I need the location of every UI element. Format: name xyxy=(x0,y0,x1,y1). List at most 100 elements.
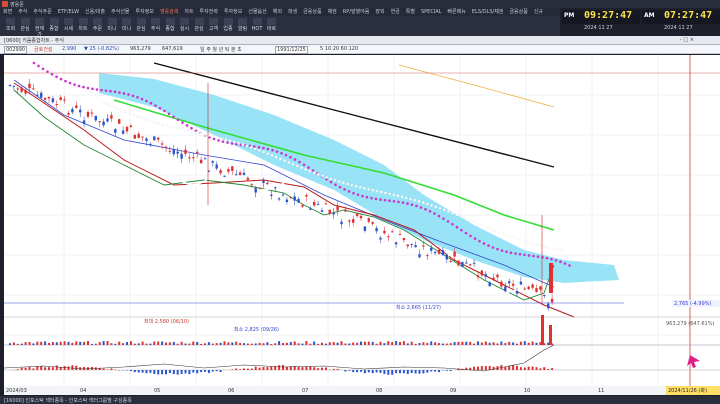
toolbar-button[interactable]: 종합 xyxy=(48,17,61,35)
menu-item[interactable]: 금융상품 xyxy=(300,8,324,16)
volume-bar xyxy=(110,343,113,345)
sar-dot xyxy=(158,106,162,110)
price-chart[interactable]: 최소 2,665 (11/27) 최소 2,825 (09/26) 최대 2,5… xyxy=(4,55,720,395)
menu-item[interactable]: 금융상품 xyxy=(506,8,530,16)
menu-item[interactable]: 투자정보 xyxy=(133,8,157,16)
menu-item[interactable]: 신용/대출 xyxy=(82,8,108,16)
volume-bar xyxy=(367,341,370,345)
histogram-bar xyxy=(270,366,273,370)
menu-item[interactable]: 채권 xyxy=(325,8,340,16)
menu-item[interactable]: SPECIAL xyxy=(418,8,445,16)
toolbar-button[interactable]: 관심 xyxy=(135,17,148,35)
menu-item[interactable]: 파생 xyxy=(285,8,300,16)
volume-bar xyxy=(402,341,405,345)
toolbar-button[interactable]: 관심 xyxy=(19,17,32,35)
sar-dot xyxy=(140,97,144,101)
toolbar-icon xyxy=(180,18,189,25)
menu-item[interactable]: 해외 xyxy=(270,8,285,16)
candle-body xyxy=(133,135,136,139)
band-dot xyxy=(190,130,194,134)
menu-item[interactable]: 영웅검색 xyxy=(157,8,181,16)
volume-bar xyxy=(250,343,253,345)
toolbar-icon xyxy=(64,18,73,25)
toolbar-button[interactable]: 실시 xyxy=(178,17,191,35)
sar-dot xyxy=(122,92,126,95)
volume-bar xyxy=(422,342,425,345)
menu-item[interactable]: 주식선물 xyxy=(108,8,132,16)
band-dot xyxy=(245,144,249,148)
candle-body xyxy=(301,205,304,207)
toolbar-button[interactable]: 주식 xyxy=(149,17,162,35)
histogram-bar xyxy=(180,370,183,374)
band-dot xyxy=(161,123,165,126)
toolbar-button[interactable]: 업종 xyxy=(222,17,235,35)
toolbar-button[interactable]: 바로 xyxy=(265,17,278,35)
volume-bar xyxy=(118,341,121,345)
ma-selector[interactable]: 5 10 20 60 120 xyxy=(320,46,358,52)
volume-value: 963,279 xyxy=(130,46,151,52)
toolbar-button[interactable]: 미니 xyxy=(106,17,119,35)
toolbar-button[interactable]: 종합 xyxy=(164,17,177,35)
sar-dot xyxy=(361,194,364,198)
toolbar-button[interactable]: 시세 xyxy=(62,17,75,35)
volume-bar xyxy=(200,343,203,345)
volume-bar xyxy=(508,341,511,345)
menu-item[interactable]: 차트 xyxy=(181,8,196,16)
histogram-bar xyxy=(480,366,483,370)
window-controls[interactable]: - □ × xyxy=(680,37,694,43)
volume-bar xyxy=(16,343,19,345)
menu-item[interactable]: 주식 xyxy=(15,8,30,16)
toolbar-icon xyxy=(209,18,218,25)
menu-item[interactable]: 선물옵션 xyxy=(245,8,269,16)
histogram-bar xyxy=(176,370,179,375)
volume-bar xyxy=(48,342,50,345)
histogram-bar xyxy=(539,368,542,370)
menu-item[interactable]: 연금 xyxy=(388,8,403,16)
menu-item[interactable]: 투자정보 xyxy=(221,8,245,16)
histogram-bar xyxy=(531,366,534,370)
toolbar-button[interactable]: 주문 xyxy=(91,17,104,35)
candle-body xyxy=(457,260,460,266)
candle-body xyxy=(340,221,343,225)
period-selector[interactable]: 일 주 월 년 틱 분 초 xyxy=(200,46,242,53)
volume-bar xyxy=(504,343,507,345)
volume-bar xyxy=(32,343,35,345)
menu-item[interactable]: 신규 xyxy=(531,8,546,16)
band-dot xyxy=(279,157,282,161)
toolbar-button[interactable]: 조회 xyxy=(4,17,17,35)
band-dot xyxy=(472,220,475,224)
candle-body xyxy=(549,263,553,293)
sar-dot xyxy=(559,260,562,264)
toolbar-button[interactable]: 알림 xyxy=(236,17,249,35)
current-date: 2024/11/26 (화) xyxy=(668,388,707,394)
volume-bar xyxy=(223,341,226,345)
menu-item[interactable]: 빠른메뉴 xyxy=(445,8,469,16)
menu-item[interactable]: 투자전략 xyxy=(197,8,221,16)
volume-bar xyxy=(321,342,323,345)
menu-item[interactable]: 주식주문 xyxy=(30,8,54,16)
menu-item[interactable]: 장외 xyxy=(372,8,387,16)
menu-item[interactable]: ELS/DLS/채권 xyxy=(469,8,507,16)
toolbar-button[interactable]: 고객 xyxy=(207,17,220,35)
toolbar-icon xyxy=(20,18,30,25)
menu-item[interactable]: 화면 xyxy=(0,8,15,16)
band-dot xyxy=(468,218,471,222)
toolbar-button[interactable]: 차트 xyxy=(77,17,90,35)
toolbar-button[interactable]: 현재가 xyxy=(33,17,46,38)
menu-item[interactable]: 특별 xyxy=(403,8,418,16)
stock-code-input[interactable]: 002990 xyxy=(4,46,28,54)
sar-dot xyxy=(293,158,297,161)
toolbar-button[interactable]: 미니 xyxy=(120,17,133,35)
toolbar-button[interactable]: HOT xyxy=(251,17,264,35)
date-tick: 10 xyxy=(524,388,530,394)
date-input[interactable]: 1991/12/25 xyxy=(275,46,308,54)
menu-item[interactable]: ETF/ELW xyxy=(55,8,82,16)
band-dot xyxy=(102,101,106,105)
sar-dot xyxy=(518,252,522,256)
volume-bar xyxy=(207,342,210,345)
histogram-bar xyxy=(16,369,19,370)
toolbar-button[interactable]: 관심 xyxy=(193,17,206,35)
sar-dot xyxy=(167,112,171,116)
volume-bar xyxy=(55,342,58,345)
menu-item[interactable]: RP/발행어음 xyxy=(340,8,373,16)
